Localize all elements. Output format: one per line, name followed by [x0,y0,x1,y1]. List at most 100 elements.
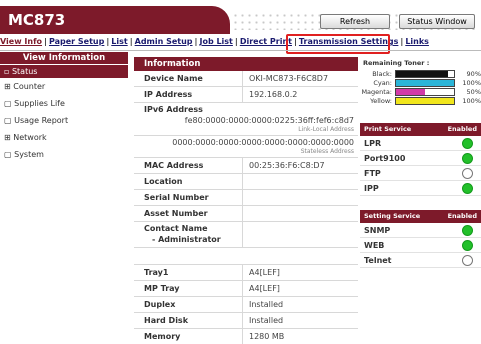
info-row-serial: Serial Number [134,190,358,206]
information-panel: Information Device Name OKI-MC873-F6C8D7… [134,57,358,344]
info-row-location: Location [134,174,358,190]
toner-bar [395,87,455,96]
nav-links[interactable]: Links [405,37,429,46]
info-value: OKI-MC873-F6C8D7 [249,74,329,83]
info-value: A4[LEF] [249,268,280,277]
info-row-ipv6: IPv6 Address [134,103,358,116]
toner-row-cyan: Cyan: 100% [360,78,481,87]
info-row-ip-address: IP Address 192.168.0.2 [134,87,358,103]
status-window-button[interactable]: Status Window [399,14,475,29]
sidebar-item-supplies-life[interactable]: ▢ Supplies Life [0,95,128,112]
service-name: Telnet [364,255,392,265]
service-row-lpr: LPR [360,136,481,151]
ipv6-stateless: 0000:0000:0000:0000:0000:0000:0000:0000 [172,138,354,147]
status-indicator-icon [462,254,473,266]
ipv6-link-local-note: Link-Local Address [298,126,354,133]
setting-service-header: Setting Service Enabled [360,210,481,223]
enabled-column-title: Enabled [447,212,477,220]
service-row-web: WEB [360,238,481,253]
status-indicator-icon [462,152,473,164]
info-key: MP Tray [134,281,243,296]
sidebar-item-usage-report[interactable]: ▢ Usage Report [0,112,128,129]
print-service-header: Print Service Enabled [360,123,481,136]
toner-row-magenta: Magenta: 50% [360,87,481,96]
sidebar: View Information ▫ Status ⊞ Counter ▢ Su… [0,52,128,163]
right-panel: Remaining Toner : Black: 90% Cyan: 100% … [360,57,481,268]
sidebar-item-counter[interactable]: ⊞ Counter [0,78,128,95]
title-tab: MC873 [0,6,230,34]
service-row-port9100: Port9100 [360,151,481,166]
info-key: Hard Disk [134,313,243,328]
sidebar-item-label: Counter [13,82,46,91]
nav-job-list[interactable]: Job List [199,37,232,46]
toner-label: Yellow: [370,96,392,105]
info-value: 192.168.0.2 [249,90,298,99]
nav-divider [0,50,481,51]
toner-fill [396,70,449,77]
info-value: A4[LEF] [249,284,280,293]
status-indicator-icon [462,239,473,251]
service-row-ftp: FTP [360,166,481,181]
sidebar-item-system[interactable]: ▢ System [0,146,128,163]
expand-plus-icon: ⊞ [4,82,11,91]
ipv6-link-local: fe80:0000:0000:0000:0225:36ff:fef6:c8d7 [184,116,354,125]
refresh-button[interactable]: Refresh [320,14,390,29]
status-indicator-icon [462,167,473,179]
sidebar-item-network[interactable]: ⊞ Network [0,129,128,146]
info-spacer [134,248,358,265]
info-row-memory: Memory 1280 MB [134,329,358,344]
status-indicator-icon [462,137,473,149]
sidebar-item-status[interactable]: ▫ Status [0,65,128,78]
ipv6-stateless-note: Stateless Address [300,148,354,155]
info-row-mp-tray: MP Tray A4[LEF] [134,281,358,297]
service-row-ipp: IPP [360,181,481,196]
info-key: Duplex [134,297,243,312]
info-key: MAC Address [134,158,243,173]
info-row-tray1: Tray1 A4[LEF] [134,265,358,281]
nav-view-info[interactable]: View Info [0,37,42,46]
info-key: Memory [134,329,243,344]
information-header: Information [134,57,358,71]
info-value: 1280 MB [249,332,285,341]
info-key: Location [134,174,243,189]
nav-admin-setup[interactable]: Admin Setup [135,37,193,46]
info-key: Tray1 [134,265,243,280]
toner-list: Black: 90% Cyan: 100% Magenta: 50% Yello… [360,69,481,105]
toner-label: Magenta: [361,87,392,96]
info-key: Device Name [134,71,243,86]
print-service-title: Print Service [364,125,412,133]
service-row-telnet: Telnet [360,253,481,268]
sidebar-item-label: Usage Report [14,116,69,125]
toner-percent: 90% [466,69,481,78]
service-name: WEB [364,240,385,250]
status-indicator-icon [462,224,473,236]
info-value: 00:25:36:F6:C8:D7 [249,161,325,170]
toner-fill [396,88,425,95]
service-name: IPP [364,183,379,193]
toner-percent: 100% [462,78,481,87]
toner-bar [395,78,455,87]
info-key: Asset Number [134,206,243,221]
nav-direct-print[interactable]: Direct Print [240,37,292,46]
header: MC873 Refresh Status Window [0,0,481,34]
nav-list[interactable]: List [111,37,127,46]
enabled-column-title: Enabled [447,125,477,133]
toner-label: Black: [372,69,392,78]
top-nav: View Info | Paper Setup | List | Admin Setup | J… [0,37,429,46]
info-value: Installed [249,300,284,309]
info-key: Serial Number [134,190,243,205]
toner-bar [395,69,455,78]
toner-row-black: Black: 90% [360,69,481,78]
service-name: LPR [364,138,382,148]
toner-row-yellow: Yellow: 100% [360,96,481,105]
info-row-mac: MAC Address 00:25:36:F6:C8:D7 [134,158,358,174]
nav-paper-setup[interactable]: Paper Setup [49,37,104,46]
info-key: IPv6 Address [144,105,203,114]
info-value: Installed [249,316,284,325]
info-row-duplex: Duplex Installed [134,297,358,313]
info-row-hard-disk: Hard Disk Installed [134,313,358,329]
info-row-asset: Asset Number [134,206,358,222]
toner-label: Cyan: [373,78,392,87]
toner-percent: 100% [462,96,481,105]
bullet-icon: ▢ [4,99,12,108]
